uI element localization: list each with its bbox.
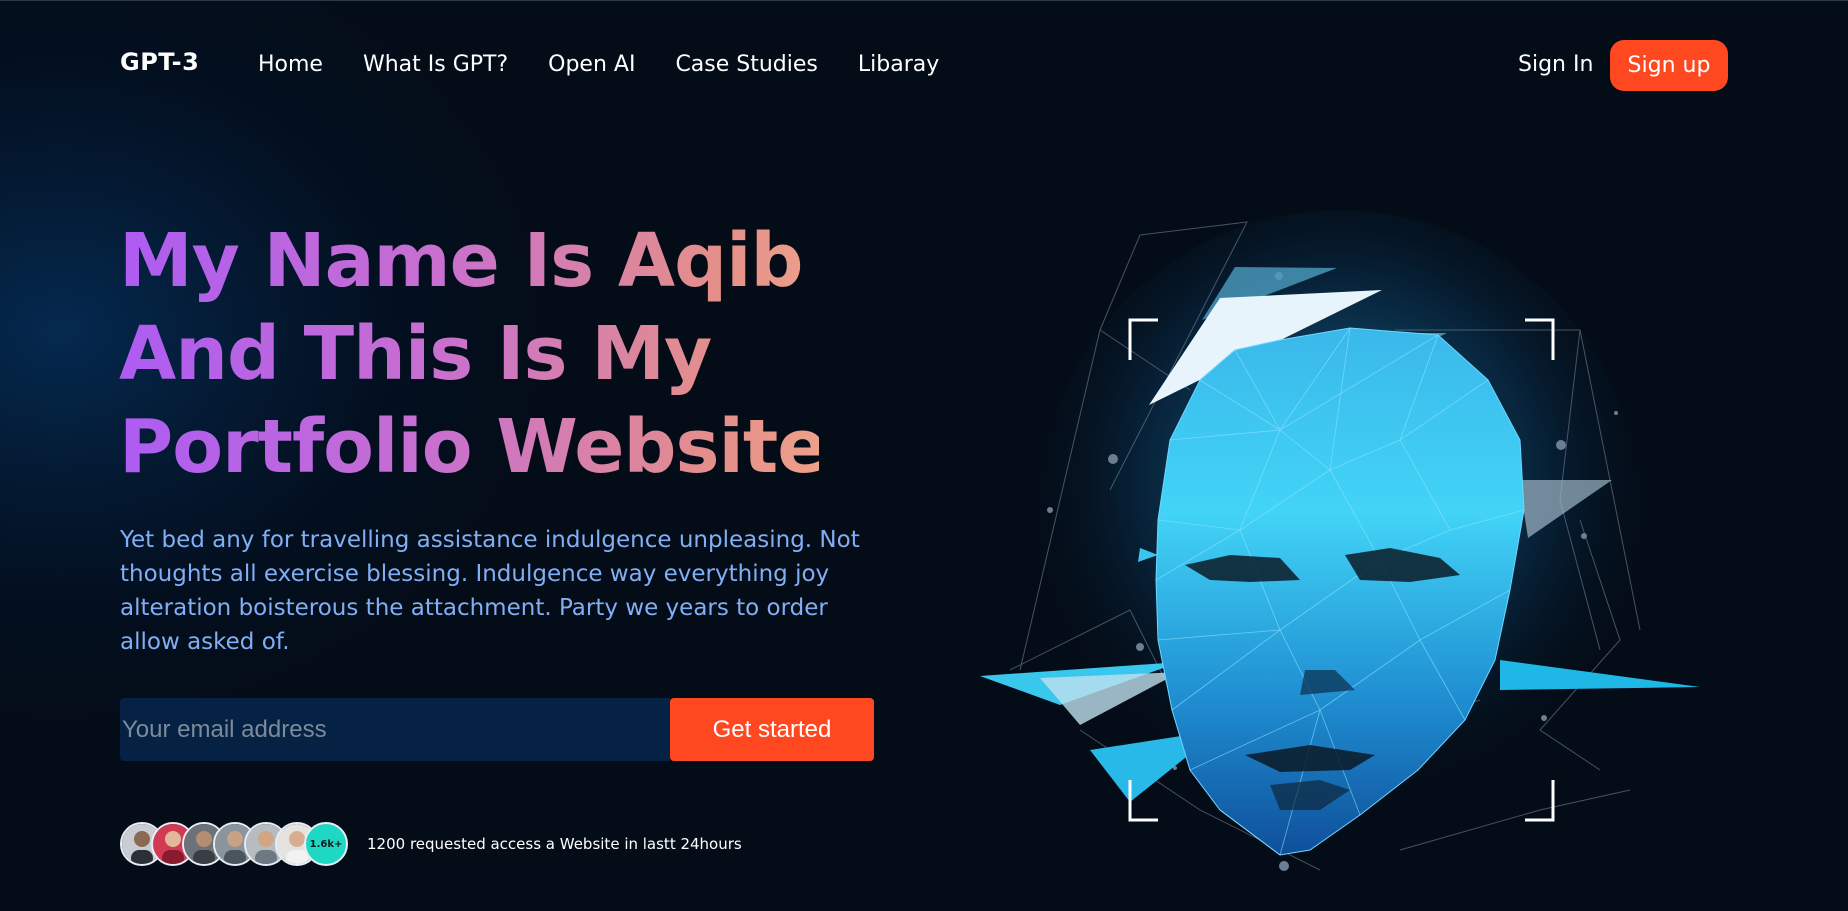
get-started-button[interactable]: Get started xyxy=(670,698,874,761)
sign-in-link[interactable]: Sign In xyxy=(1518,52,1593,77)
avatar-count-badge: 1.6k+ xyxy=(304,822,348,866)
nav-open-ai[interactable]: Open AI xyxy=(548,52,635,77)
nav-what-is-gpt[interactable]: What Is GPT? xyxy=(363,52,508,77)
email-input[interactable] xyxy=(120,698,670,761)
nav-home[interactable]: Home xyxy=(258,52,323,77)
access-count-text: 1200 requested access a Website in lastt… xyxy=(367,835,742,853)
top-border xyxy=(0,0,1848,1)
polygon-face-illustration xyxy=(980,210,1700,871)
logo[interactable]: GPT-3 xyxy=(120,48,199,76)
hero-title-line-3: Portfolio Website xyxy=(119,404,827,490)
nav-library[interactable]: Libaray xyxy=(858,52,939,77)
hero-title: My Name Is Aqib And This Is My Portfolio… xyxy=(119,215,819,494)
hero-title-line-1: My Name Is Aqib xyxy=(119,218,803,304)
nav-case-studies[interactable]: Case Studies xyxy=(675,52,817,77)
hero-description: Yet bed any for travelling assistance in… xyxy=(120,527,860,655)
hero-title-line-2: And This Is My xyxy=(119,311,712,397)
main-nav: Home What Is GPT? Open AI Case Studies L… xyxy=(258,52,939,77)
sign-up-button[interactable]: Sign up xyxy=(1610,40,1728,91)
